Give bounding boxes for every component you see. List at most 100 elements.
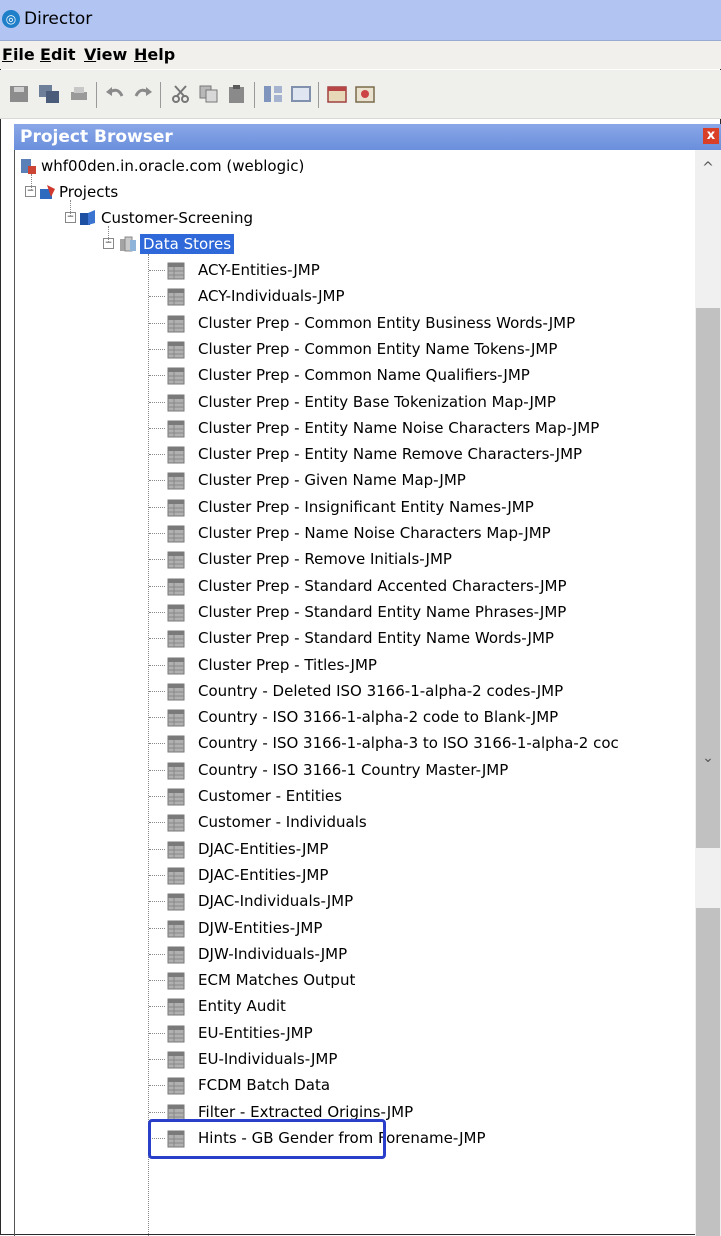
app-logo-icon: ◎ bbox=[2, 10, 20, 28]
data-store-icon bbox=[167, 972, 185, 990]
data-store-icon bbox=[167, 420, 185, 438]
scrollbar-thumb[interactable] bbox=[696, 908, 720, 1236]
menu-file[interactable]: File bbox=[2, 45, 35, 64]
save-icon[interactable] bbox=[8, 84, 30, 104]
tree-connector bbox=[149, 1112, 165, 1113]
print-icon[interactable] bbox=[68, 84, 90, 104]
data-store-icon bbox=[167, 262, 185, 280]
data-store-label: Country - ISO 3166-1 Country Master-JMP bbox=[198, 761, 509, 779]
data-store-icon bbox=[167, 630, 185, 648]
data-store-icon bbox=[167, 683, 185, 701]
data-store-icon bbox=[167, 604, 185, 622]
paste-icon[interactable] bbox=[226, 84, 248, 104]
projects-icon bbox=[40, 185, 55, 199]
data-store-icon bbox=[167, 341, 185, 359]
data-store-icon bbox=[167, 762, 185, 780]
redo-icon[interactable] bbox=[132, 84, 154, 104]
tree-connector bbox=[149, 901, 165, 902]
data-store-label: Cluster Prep - Standard Entity Name Word… bbox=[198, 629, 554, 647]
data-store-icon bbox=[167, 446, 185, 464]
tree-connector bbox=[31, 174, 32, 190]
tree-connector bbox=[149, 796, 165, 797]
tree-connector bbox=[149, 770, 165, 771]
vertical-scrollbar[interactable]: ^ ⌄ bbox=[695, 150, 721, 1236]
calendar-icon[interactable] bbox=[326, 84, 348, 104]
data-store-icon bbox=[167, 946, 185, 964]
tree-connector bbox=[149, 375, 165, 376]
tree-connector bbox=[149, 822, 165, 823]
project-browser-title: Project Browser bbox=[20, 127, 173, 147]
data-store-label: Cluster Prep - Common Entity Business Wo… bbox=[198, 314, 576, 332]
data-store-label: Cluster Prep - Given Name Map-JMP bbox=[198, 471, 466, 489]
data-store-label: Country - Deleted ISO 3166-1-alpha-2 cod… bbox=[198, 682, 564, 700]
close-icon[interactable]: x bbox=[703, 128, 719, 144]
data-store-icon bbox=[167, 841, 185, 859]
data-store-label: EU-Individuals-JMP bbox=[198, 1050, 338, 1068]
tree-connector bbox=[149, 270, 165, 271]
data-store-icon bbox=[167, 499, 185, 517]
window-title: Director bbox=[24, 9, 93, 29]
data-store-label: DJW-Entities-JMP bbox=[198, 919, 323, 937]
window-icon[interactable] bbox=[290, 84, 312, 104]
tree-connector bbox=[149, 928, 165, 929]
data-store-label: Customer - Individuals bbox=[198, 813, 367, 831]
data-store-icon bbox=[167, 998, 185, 1016]
data-store-label: Cluster Prep - Remove Initials-JMP bbox=[198, 550, 452, 568]
tree-connector bbox=[149, 638, 165, 639]
server-icon bbox=[21, 159, 36, 174]
tree-connector bbox=[149, 533, 165, 534]
preview-icon[interactable] bbox=[354, 84, 376, 104]
data-store-label: DJAC-Entities-JMP bbox=[198, 840, 329, 858]
tree-connector bbox=[149, 428, 165, 429]
data-store-label: Cluster Prep - Standard Accented Charact… bbox=[198, 577, 567, 595]
toolbar-separator bbox=[318, 82, 319, 108]
tree-connector bbox=[149, 849, 165, 850]
project-browser-header: Project Browser x bbox=[14, 124, 721, 150]
tree-connector bbox=[149, 980, 165, 981]
tree-connector bbox=[149, 1059, 165, 1060]
tree-connector bbox=[149, 402, 165, 403]
scroll-up-icon[interactable]: ^ bbox=[695, 160, 721, 180]
data-store-label: Cluster Prep - Common Name Qualifiers-JM… bbox=[198, 366, 530, 384]
copy-icon[interactable] bbox=[198, 84, 220, 104]
tree-connector bbox=[149, 954, 165, 955]
projects-label: Projects bbox=[59, 183, 119, 201]
tree-connector bbox=[149, 691, 165, 692]
data-store-icon bbox=[167, 867, 185, 885]
tree-connector bbox=[149, 454, 165, 455]
tree-connector bbox=[149, 743, 165, 744]
data-store-label: ACY-Entities-JMP bbox=[198, 261, 320, 279]
data-store-icon bbox=[167, 472, 185, 490]
tree-connector bbox=[108, 226, 109, 242]
data-store-label: Cluster Prep - Name Noise Characters Map… bbox=[198, 524, 551, 542]
cut-icon[interactable] bbox=[170, 84, 192, 104]
data-store-icon bbox=[167, 735, 185, 753]
data-store-icon bbox=[167, 1077, 185, 1095]
data-store-label: Cluster Prep - Entity Name Noise Charact… bbox=[198, 419, 600, 437]
data-store-icon bbox=[167, 657, 185, 675]
menu-edit[interactable]: Edit bbox=[40, 45, 76, 64]
data-store-icon bbox=[167, 709, 185, 727]
data-store-icon bbox=[167, 1051, 185, 1069]
tree-connector bbox=[149, 507, 165, 508]
data-store-icon bbox=[167, 288, 185, 306]
tree-connector bbox=[149, 717, 165, 718]
data-store-label: Cluster Prep - Standard Entity Name Phra… bbox=[198, 603, 567, 621]
data-store-label: Customer - Entities bbox=[198, 787, 342, 805]
save-all-icon[interactable] bbox=[38, 84, 60, 104]
tree-connector bbox=[149, 875, 165, 876]
menu-view[interactable]: View bbox=[84, 45, 127, 64]
layout-icon[interactable] bbox=[262, 84, 284, 104]
data-store-icon bbox=[167, 578, 185, 596]
undo-icon[interactable] bbox=[104, 84, 126, 104]
data-store-label: Cluster Prep - Entity Base Tokenization … bbox=[198, 393, 556, 411]
tree-connector bbox=[149, 612, 165, 613]
menu-bar: File Edit View Help bbox=[0, 41, 721, 69]
scroll-down-icon[interactable]: ⌄ bbox=[695, 750, 721, 770]
menu-help[interactable]: Help bbox=[134, 45, 175, 64]
annotation-highlight-box bbox=[148, 1119, 386, 1159]
data-store-label: Country - ISO 3166-1-alpha-3 to ISO 3166… bbox=[198, 734, 619, 752]
data-store-icon bbox=[167, 893, 185, 911]
tree-connector bbox=[149, 323, 165, 324]
toolbar-separator bbox=[160, 82, 161, 108]
